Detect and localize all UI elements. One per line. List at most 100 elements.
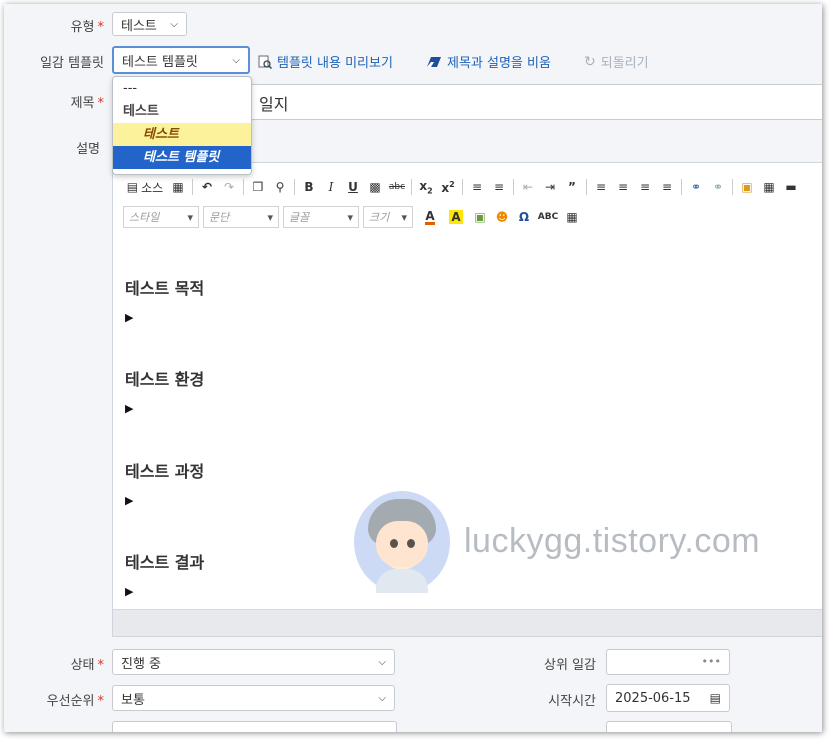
description-editor: ▤ 소스 ▦ ↶ ↷ ❒ ⚲ B I U ▩ abc x2 x2 ≡ ≡ ⇤ ⇥ …	[112, 162, 822, 637]
style-combo[interactable]: 스타일 ▾	[123, 206, 199, 228]
clear-subject-description-link[interactable]: 제목과 설명을 비움	[426, 52, 551, 71]
eraser-icon	[427, 56, 441, 67]
align-right-button[interactable]: ≡	[634, 176, 656, 198]
dropdown-option-test-template[interactable]: 테스트 템플릿	[113, 146, 251, 169]
remove-format-button[interactable]: ▩	[364, 176, 386, 198]
editor-toolbar-row2: 스타일 ▾ 문단 ▾ 글꼴 ▾ 크기 ▾ A A ▣ ☻ Ω ABC ▦	[123, 205, 822, 229]
template-select[interactable]: 테스트 템플릿 ⌵	[112, 46, 250, 74]
chevron-down-icon: ▾	[347, 210, 353, 224]
size-combo[interactable]: 크기 ▾	[363, 206, 413, 228]
undo-link[interactable]: ↻ 되돌리기	[584, 52, 649, 72]
status-select[interactable]: 진행 중 ⌵	[112, 649, 395, 675]
font-combo[interactable]: 글꼴 ▾	[283, 206, 359, 228]
bold-button[interactable]: B	[298, 176, 320, 198]
toolbar-divider	[243, 179, 244, 195]
superscript-button[interactable]: x2	[437, 176, 459, 198]
section-heading: 테스트 환경	[125, 370, 205, 389]
horizontal-line-button[interactable]: ▬	[780, 176, 802, 198]
save-as-template-icon: ▦	[172, 180, 184, 194]
next-row-select[interactable]	[112, 721, 397, 732]
blockquote-button[interactable]: ”	[561, 176, 583, 198]
source-icon: ▤	[126, 180, 139, 194]
link-button[interactable]: ⚭	[685, 176, 707, 198]
text-color-button[interactable]: A	[417, 206, 443, 228]
find-button[interactable]: ❒	[247, 176, 269, 198]
toolbar-divider	[411, 179, 412, 195]
toolbar-divider	[586, 179, 587, 195]
spellcheck-button[interactable]: ABC	[535, 206, 561, 228]
table-icon: ▦	[763, 180, 775, 194]
chevron-down-icon: ⌵	[378, 656, 386, 668]
chevron-down-icon: ▾	[267, 210, 273, 224]
chevron-down-icon: ▾	[401, 210, 407, 224]
table-button[interactable]: ▦	[758, 176, 780, 198]
outdent-button[interactable]: ⇤	[517, 176, 539, 198]
avatar-body	[376, 569, 428, 593]
unlink-button[interactable]: ⚭	[707, 176, 729, 198]
next-row-input[interactable]	[606, 721, 732, 732]
undo-icon: ↶	[201, 180, 213, 194]
toolbar-divider	[294, 179, 295, 195]
parent-issue-input[interactable]: •••	[606, 649, 730, 675]
underline-button[interactable]: U	[342, 176, 364, 198]
toolbar-divider	[732, 179, 733, 195]
insert-image-button[interactable]: ▣	[469, 206, 491, 228]
align-left-button[interactable]: ≡	[590, 176, 612, 198]
status-label: 상태 *	[70, 658, 104, 673]
numbered-list-icon: ≡	[471, 180, 483, 194]
dropdown-group-test: 테스트	[123, 104, 159, 119]
source-button[interactable]: ▤ 소스	[123, 176, 167, 198]
omega-icon: Ω	[518, 210, 530, 224]
avatar-eye	[390, 539, 398, 548]
italic-button[interactable]: I	[320, 176, 342, 198]
preview-link-label: 템플릿 내용 미리보기	[277, 56, 393, 71]
type-select[interactable]: 테스트 ⌵	[112, 12, 187, 36]
background-color-icon: A	[449, 210, 463, 224]
subject-input-value: 일지	[259, 95, 289, 114]
source-button-label: 소스	[141, 180, 164, 195]
dropdown-option-empty[interactable]: ---	[113, 77, 251, 100]
refresh-icon: ↻	[584, 53, 596, 70]
save-as-template-button[interactable]: ▦	[167, 176, 189, 198]
smiley-icon: ☻	[495, 210, 509, 224]
subscript-icon: x2	[419, 178, 433, 196]
template-preview-link[interactable]: 템플릿 내용 미리보기	[258, 52, 393, 71]
subscript-button[interactable]: x2	[415, 176, 437, 198]
size-combo-label: 크기	[369, 211, 390, 224]
editor-toolbar-row1: ▤ 소스 ▦ ↶ ↷ ❒ ⚲ B I U ▩ abc x2 x2 ≡ ≡ ⇤ ⇥ …	[123, 175, 822, 199]
bulleted-list-button[interactable]: ≡	[488, 176, 510, 198]
remove-format-icon: ▩	[369, 180, 381, 194]
outdent-icon: ⇤	[522, 180, 534, 194]
justify-button[interactable]: ≡	[656, 176, 678, 198]
image-button[interactable]: ▣	[736, 176, 758, 198]
undo-button[interactable]: ↶	[196, 176, 218, 198]
link-icon: ⚭	[690, 180, 702, 194]
watermark-text: luckygg.tistory.com	[464, 522, 761, 560]
template-label: 일감 템플릿	[40, 56, 104, 71]
horizontal-line-icon: ▬	[785, 180, 797, 194]
align-center-button[interactable]: ≡	[612, 176, 634, 198]
priority-select[interactable]: 보통 ⌵	[112, 685, 395, 711]
image-icon: ▣	[741, 180, 753, 194]
background-color-button[interactable]: A	[443, 206, 469, 228]
clear-link-label: 제목과 설명을 비움	[447, 56, 551, 71]
indent-button[interactable]: ⇥	[539, 176, 561, 198]
redo-button[interactable]: ↷	[218, 176, 240, 198]
format-combo[interactable]: 문단 ▾	[203, 206, 279, 228]
spellcheck-icon: ABC	[537, 212, 559, 222]
dropdown-option-test[interactable]: 테스트	[113, 123, 251, 146]
template-dropdown-list: --- 테스트 테스트 테스트 템플릿	[112, 76, 252, 175]
start-date-input[interactable]: 2025-06-15 ▤	[606, 684, 730, 712]
numbered-list-button[interactable]: ≡	[466, 176, 488, 198]
avatar-eye	[407, 539, 415, 548]
replace-button[interactable]: ⚲	[269, 176, 291, 198]
align-center-icon: ≡	[617, 180, 629, 194]
smiley-button[interactable]: ☻	[491, 206, 513, 228]
align-left-icon: ≡	[595, 180, 607, 194]
maximize-button[interactable]: ▦	[561, 206, 583, 228]
strikethrough-button[interactable]: abc	[386, 176, 408, 198]
blockquote-icon: ”	[568, 180, 576, 194]
special-char-button[interactable]: Ω	[513, 206, 535, 228]
subject-label: 제목 *	[70, 96, 104, 111]
start-date-label: 시작시간	[548, 694, 596, 709]
